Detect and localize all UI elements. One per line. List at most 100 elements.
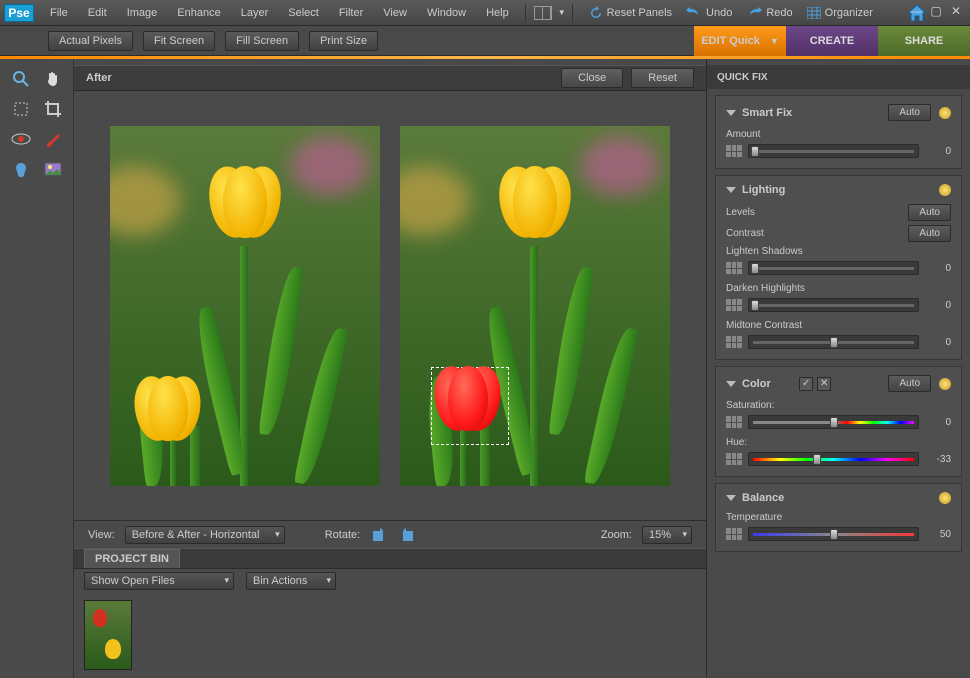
organizer-icon	[807, 7, 821, 19]
preset-grid-icon[interactable]	[726, 453, 742, 465]
tab-share[interactable]: SHARE	[878, 26, 970, 56]
menu-bar: Pse File Edit Image Enhance Layer Select…	[0, 0, 970, 26]
menu-edit[interactable]: Edit	[78, 3, 117, 23]
hue-slider[interactable]	[748, 452, 919, 466]
preview-header: After Close Reset	[74, 65, 706, 91]
tool-hand[interactable]	[40, 67, 66, 91]
toolbox	[0, 59, 74, 678]
show-files-select[interactable]: Show Open Files	[84, 572, 234, 590]
app-logo: Pse	[4, 4, 34, 22]
bin-actions-select[interactable]: Bin Actions	[246, 572, 336, 590]
preset-grid-icon[interactable]	[726, 416, 742, 428]
fit-screen-button[interactable]: Fit Screen	[143, 31, 215, 51]
tool-bucket[interactable]	[8, 157, 34, 181]
lighten-shadows-slider[interactable]	[748, 261, 919, 275]
options-bar: Actual Pixels Fit Screen Fill Screen Pri…	[0, 26, 970, 56]
preset-grid-icon[interactable]	[726, 262, 742, 274]
darken-highlights-slider[interactable]	[748, 298, 919, 312]
preview-area	[74, 91, 706, 520]
menu-help[interactable]: Help	[476, 3, 519, 23]
quick-fix-tab[interactable]: QUICK FIX	[707, 65, 970, 89]
lighten-shadows-value: 0	[925, 263, 951, 274]
minimize-button[interactable]: —	[908, 4, 924, 18]
zoom-label: Zoom:	[601, 529, 632, 541]
organizer-button[interactable]: Organizer	[807, 7, 873, 19]
maximize-button[interactable]: ▢	[928, 4, 944, 18]
tab-edit-quick[interactable]: EDIT Quick▼	[694, 26, 786, 56]
midtone-contrast-slider[interactable]	[748, 335, 919, 349]
project-bin-toolbar: Show Open Files Bin Actions	[74, 568, 706, 592]
menu-window[interactable]: Window	[417, 3, 476, 23]
cancel-button[interactable]: ✕	[817, 377, 831, 391]
preview-footer: View: Before & After - Horizontal Rotate…	[74, 520, 706, 548]
project-bin-tab[interactable]: PROJECT BIN	[74, 548, 706, 568]
photo-icon	[44, 162, 62, 176]
commit-button[interactable]: ✓	[799, 377, 813, 391]
zoom-select[interactable]: 15%	[642, 526, 692, 544]
after-image[interactable]	[400, 126, 670, 486]
crop-icon	[44, 100, 62, 118]
tip-icon[interactable]	[939, 184, 951, 196]
section-lighting: Lighting LevelsAuto ContrastAuto Lighten…	[715, 175, 962, 360]
menu-enhance[interactable]: Enhance	[167, 3, 230, 23]
close-button[interactable]: Close	[561, 68, 623, 88]
tip-icon[interactable]	[939, 378, 951, 390]
auto-button[interactable]: Auto	[888, 104, 931, 121]
amount-slider[interactable]	[748, 144, 919, 158]
menu-select[interactable]: Select	[278, 3, 329, 23]
tab-create[interactable]: CREATE	[786, 26, 878, 56]
redo-button[interactable]: Redo	[746, 7, 792, 19]
auto-button[interactable]: Auto	[888, 375, 931, 392]
tip-icon[interactable]	[939, 107, 951, 119]
tool-marquee[interactable]	[8, 97, 34, 121]
tool-crop[interactable]	[40, 97, 66, 121]
fill-screen-button[interactable]: Fill Screen	[225, 31, 299, 51]
amount-value: 0	[925, 146, 951, 157]
preset-grid-icon[interactable]	[726, 299, 742, 311]
tool-brush[interactable]	[40, 127, 66, 151]
undo-button[interactable]: Undo	[686, 7, 732, 19]
thumbnail[interactable]	[84, 600, 132, 670]
collapse-icon[interactable]	[726, 495, 736, 501]
layout-picker[interactable]: ▼	[532, 6, 566, 20]
tool-zoom[interactable]	[8, 67, 34, 91]
menu-view[interactable]: View	[373, 3, 417, 23]
reset-panels-button[interactable]: Reset Panels	[589, 6, 672, 20]
saturation-slider[interactable]	[748, 415, 919, 429]
tip-icon[interactable]	[939, 492, 951, 504]
rotate-left-icon[interactable]	[370, 526, 388, 544]
darken-highlights-value: 0	[925, 300, 951, 311]
separator	[525, 4, 526, 22]
close-window-button[interactable]: ✕	[948, 4, 964, 18]
preset-grid-icon[interactable]	[726, 145, 742, 157]
layout-icon	[534, 6, 552, 20]
levels-auto-button[interactable]: Auto	[908, 204, 951, 221]
menu-filter[interactable]: Filter	[329, 3, 373, 23]
collapse-icon[interactable]	[726, 187, 736, 193]
view-label: View:	[88, 529, 115, 541]
bucket-icon	[12, 160, 30, 178]
rotate-right-icon[interactable]	[398, 526, 416, 544]
preset-grid-icon[interactable]	[726, 528, 742, 540]
temperature-slider[interactable]	[748, 527, 919, 541]
print-size-button[interactable]: Print Size	[309, 31, 378, 51]
tool-photo[interactable]	[40, 157, 66, 181]
rotate-label: Rotate:	[325, 529, 360, 541]
menu-layer[interactable]: Layer	[231, 3, 279, 23]
saturation-label: Saturation:	[726, 400, 951, 411]
reset-button[interactable]: Reset	[631, 68, 694, 88]
preset-grid-icon[interactable]	[726, 336, 742, 348]
darken-highlights-label: Darken Highlights	[726, 283, 951, 294]
actual-pixels-button[interactable]: Actual Pixels	[48, 31, 133, 51]
contrast-auto-button[interactable]: Auto	[908, 225, 951, 242]
view-select[interactable]: Before & After - Horizontal	[125, 526, 285, 544]
before-image[interactable]	[110, 126, 380, 486]
section-title: Lighting	[742, 184, 931, 196]
saturation-value: 0	[925, 417, 951, 428]
menu-image[interactable]: Image	[117, 3, 168, 23]
tool-red-eye[interactable]	[8, 127, 34, 151]
collapse-icon[interactable]	[726, 110, 736, 116]
menu-file[interactable]: File	[40, 3, 78, 23]
redo-icon	[746, 7, 762, 19]
collapse-icon[interactable]	[726, 381, 736, 387]
